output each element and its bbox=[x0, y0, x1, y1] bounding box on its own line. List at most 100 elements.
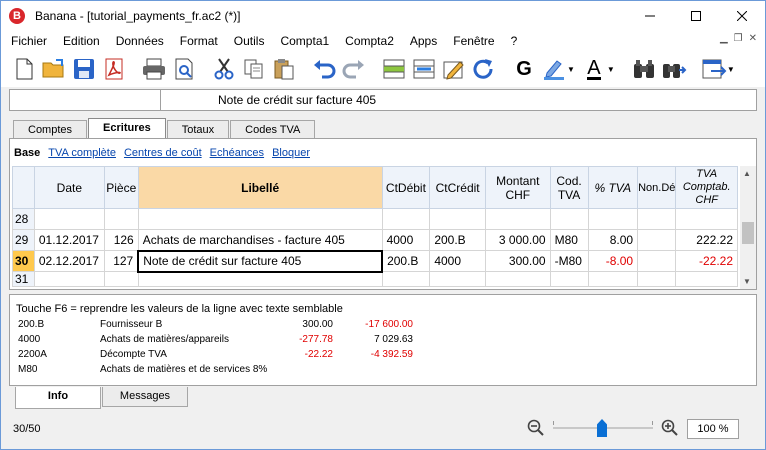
cell-debit[interactable] bbox=[381, 271, 431, 287]
menu-outils[interactable]: Outils bbox=[226, 31, 273, 51]
cell-credit[interactable] bbox=[429, 271, 486, 287]
highlight-color-button[interactable] bbox=[541, 55, 567, 83]
cell-code[interactable]: -M80 bbox=[549, 250, 589, 272]
menu-compta1[interactable]: Compta1 bbox=[272, 31, 337, 51]
zoom-level-field[interactable]: 100 % bbox=[687, 419, 739, 439]
print-preview-button[interactable] bbox=[171, 55, 197, 83]
copy-button[interactable] bbox=[241, 55, 267, 83]
cell-tva[interactable]: 222.22 bbox=[675, 229, 738, 251]
refresh-button[interactable] bbox=[471, 55, 497, 83]
menu-donnees[interactable]: Données bbox=[108, 31, 172, 51]
cell-code[interactable] bbox=[549, 271, 589, 287]
tab-messages[interactable]: Messages bbox=[102, 387, 188, 407]
cell-piece[interactable]: 127 bbox=[103, 250, 139, 272]
menu-help[interactable]: ? bbox=[503, 31, 526, 51]
cell-debit[interactable] bbox=[381, 208, 431, 230]
menu-edition[interactable]: Edition bbox=[55, 31, 108, 51]
menu-fenetre[interactable]: Fenêtre bbox=[445, 31, 502, 51]
cell-date[interactable]: 01.12.2017 bbox=[33, 229, 105, 251]
maximize-button[interactable] bbox=[673, 1, 719, 31]
table-row[interactable]: 28 bbox=[12, 208, 738, 230]
open-button[interactable] bbox=[41, 55, 67, 83]
font-color-dropdown-icon[interactable]: ▼ bbox=[607, 65, 615, 74]
find-button[interactable] bbox=[631, 55, 657, 83]
menu-compta2[interactable]: Compta2 bbox=[337, 31, 402, 51]
cell-libelle[interactable]: Achats de marchandises - facture 405 bbox=[137, 229, 383, 251]
cell-code[interactable]: M80 bbox=[549, 229, 589, 251]
column-header-montant[interactable]: Montant CHF bbox=[484, 166, 551, 209]
menu-fichier[interactable]: Fichier bbox=[1, 31, 55, 51]
column-header-piece[interactable]: Pièce bbox=[103, 166, 139, 209]
cell-montant[interactable]: 3 000.00 bbox=[484, 229, 551, 251]
redo-button[interactable] bbox=[341, 55, 367, 83]
cell-nonded[interactable] bbox=[637, 250, 677, 272]
cell-credit[interactable]: 200.B bbox=[429, 229, 486, 251]
cell-code[interactable] bbox=[549, 208, 589, 230]
export-dropdown-icon[interactable]: ▼ bbox=[727, 65, 735, 74]
find-next-button[interactable] bbox=[661, 55, 687, 83]
column-header-ctcredit[interactable]: CtCrédit bbox=[429, 166, 486, 209]
zoom-slider[interactable] bbox=[553, 419, 653, 437]
scrollbar-thumb[interactable] bbox=[742, 222, 754, 244]
bold-button[interactable]: G bbox=[511, 55, 537, 83]
cell-tva[interactable] bbox=[675, 271, 738, 287]
cell-piece[interactable] bbox=[103, 271, 139, 287]
table-row[interactable]: 31 bbox=[12, 271, 738, 287]
zoom-out-button[interactable] bbox=[527, 419, 545, 437]
font-color-button[interactable]: A bbox=[581, 55, 607, 83]
mdi-minimize-icon[interactable]: ▁ bbox=[720, 33, 728, 44]
scroll-down-icon[interactable]: ▼ bbox=[743, 277, 751, 286]
row-number[interactable]: 30 bbox=[12, 250, 35, 272]
column-header-libelle[interactable]: Libellé bbox=[137, 166, 383, 209]
zoom-in-button[interactable] bbox=[661, 419, 679, 437]
insert-row-button[interactable] bbox=[381, 55, 407, 83]
view-echeances[interactable]: Echéances bbox=[210, 147, 264, 159]
cell-libelle-selected[interactable]: Note de crédit sur facture 405 bbox=[137, 249, 384, 273]
column-header-date[interactable]: Date bbox=[33, 166, 105, 209]
close-button[interactable] bbox=[719, 1, 765, 31]
tab-totaux[interactable]: Totaux bbox=[166, 120, 230, 139]
column-header-tva-comptab[interactable]: TVA Comptab. CHF bbox=[675, 166, 738, 209]
row-number[interactable]: 28 bbox=[12, 208, 35, 230]
mdi-restore-icon[interactable]: ❐ bbox=[734, 33, 743, 44]
column-header-cod-tva[interactable]: Cod. TVA bbox=[549, 166, 589, 209]
view-base[interactable]: Base bbox=[14, 147, 40, 159]
cell-montant[interactable]: 300.00 bbox=[484, 250, 551, 272]
cell-libelle[interactable] bbox=[137, 208, 383, 230]
cell-address-field[interactable] bbox=[10, 90, 161, 110]
table-row-current[interactable]: 30 02.12.2017 127 Note de crédit sur fac… bbox=[12, 249, 738, 273]
cell-credit[interactable]: 4000 bbox=[429, 250, 486, 272]
edit-button[interactable] bbox=[441, 55, 467, 83]
pdf-button[interactable] bbox=[101, 55, 127, 83]
menu-apps[interactable]: Apps bbox=[402, 31, 445, 51]
view-bloquer[interactable]: Bloquer bbox=[272, 147, 310, 159]
column-header-pct-tva[interactable]: % TVA bbox=[587, 166, 639, 209]
row-number[interactable]: 29 bbox=[12, 229, 35, 251]
cell-date[interactable] bbox=[33, 208, 105, 230]
cell-tva[interactable] bbox=[675, 208, 738, 230]
cell-pct[interactable] bbox=[587, 271, 639, 287]
cell-debit[interactable]: 200.B bbox=[381, 250, 431, 272]
paste-button[interactable] bbox=[271, 55, 297, 83]
zoom-slider-handle[interactable] bbox=[597, 419, 607, 437]
cell-piece[interactable] bbox=[103, 208, 139, 230]
cut-button[interactable] bbox=[211, 55, 237, 83]
vertical-scrollbar[interactable]: ▲ ▼ bbox=[740, 166, 756, 289]
cell-pct[interactable]: -8.00 bbox=[587, 250, 639, 272]
tab-comptes[interactable]: Comptes bbox=[13, 120, 88, 139]
tab-info[interactable]: Info bbox=[15, 387, 101, 409]
export-button[interactable] bbox=[701, 55, 727, 83]
mdi-close-icon[interactable]: ✕ bbox=[749, 33, 757, 44]
tab-codes-tva[interactable]: Codes TVA bbox=[230, 120, 316, 139]
row-number[interactable]: 31 bbox=[12, 271, 35, 287]
cell-montant[interactable] bbox=[484, 208, 551, 230]
cell-tva[interactable]: -22.22 bbox=[675, 250, 738, 272]
cell-piece[interactable]: 126 bbox=[103, 229, 139, 251]
view-tva-complete[interactable]: TVA complète bbox=[48, 147, 116, 159]
minimize-button[interactable] bbox=[627, 1, 673, 31]
new-document-button[interactable] bbox=[11, 55, 37, 83]
menu-format[interactable]: Format bbox=[172, 31, 226, 51]
cell-nonded[interactable] bbox=[637, 208, 677, 230]
scroll-up-icon[interactable]: ▲ bbox=[743, 169, 751, 178]
highlight-dropdown-icon[interactable]: ▼ bbox=[567, 65, 575, 74]
